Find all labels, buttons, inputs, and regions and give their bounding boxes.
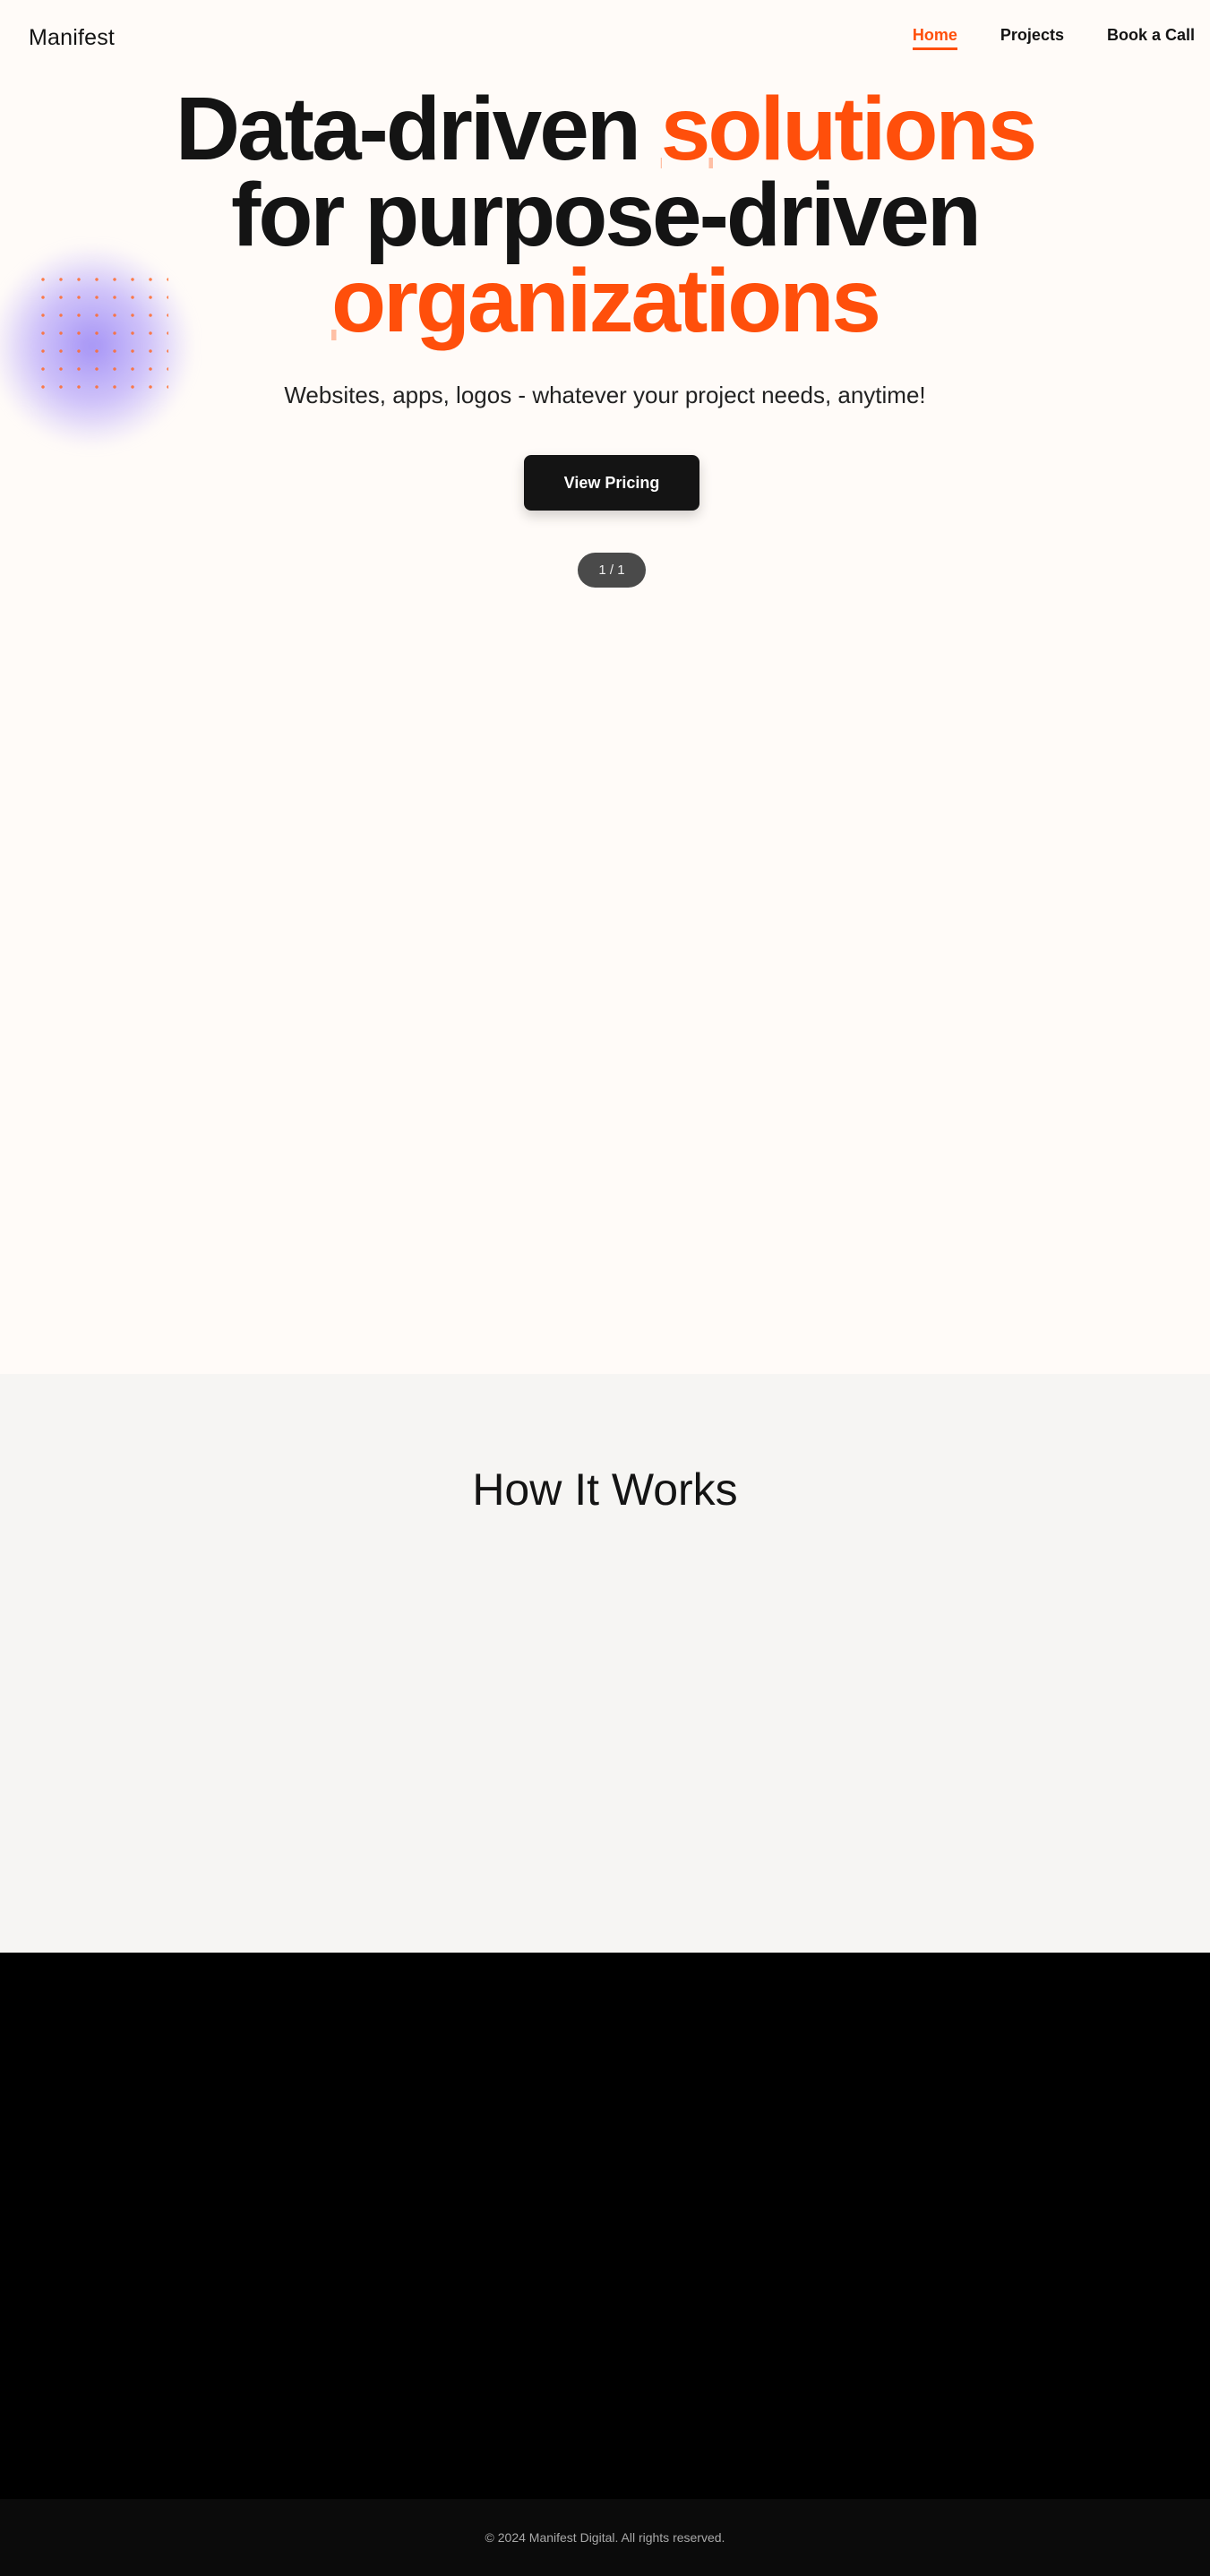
hero-headline: Data-driven solutions for purpose-driven…	[0, 84, 1210, 346]
hero-subtitle: Websites, apps, logos - whatever your pr…	[284, 382, 926, 408]
how-it-works-section: How It Works	[0, 1374, 1210, 1953]
site-header: Manifest Home Projects Book a Call	[0, 0, 1210, 75]
site-footer: © 2024 Manifest Digital. All rights rese…	[0, 2499, 1210, 2576]
logo[interactable]: Manifest	[29, 25, 115, 51]
view-pricing-button[interactable]: View Pricing	[524, 455, 699, 511]
headline-accent-organizations: organizations	[330, 251, 881, 351]
nav-home[interactable]: Home	[912, 26, 957, 50]
slide-pager: 1 / 1	[578, 553, 646, 588]
how-it-works-title: How It Works	[472, 1464, 738, 1515]
page: Manifest Home Projects Book a Call Data-…	[0, 0, 1210, 2576]
dark-section	[0, 1953, 1210, 2499]
footer-copyright: © 2024 Manifest Digital. All rights rese…	[485, 2530, 725, 2545]
nav-projects[interactable]: Projects	[1000, 26, 1064, 50]
main-nav: Home Projects Book a Call	[912, 26, 1195, 50]
hero-section: Data-driven solutions for purpose-driven…	[0, 75, 1210, 1374]
nav-book-a-call[interactable]: Book a Call	[1107, 26, 1195, 50]
